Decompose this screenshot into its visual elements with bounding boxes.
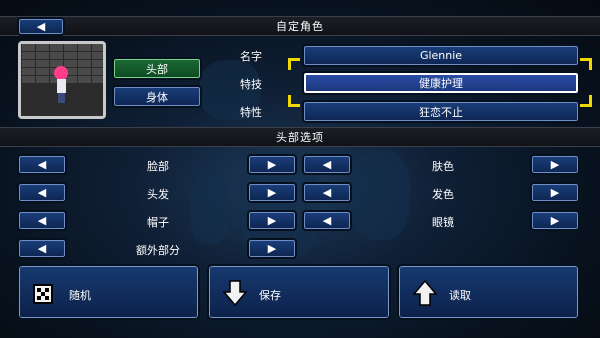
skin-color-next-button[interactable]: ▶ <box>530 154 580 175</box>
feature-selector[interactable]: 狂恋不止 <box>302 100 580 123</box>
hair-prev-button[interactable]: ◀ <box>17 182 67 203</box>
down-arrow-icon <box>223 280 247 306</box>
character-body <box>57 79 66 93</box>
dice-icon <box>33 284 53 304</box>
title-bar: 自定角色 <box>0 16 600 36</box>
extra-prev-button[interactable]: ◀ <box>17 238 67 259</box>
section-title: 头部选项 <box>276 131 324 144</box>
random-button[interactable]: 随机 <box>17 264 200 320</box>
save-button[interactable]: 保存 <box>207 264 391 320</box>
right-arrow-icon: ▶ <box>267 158 277 171</box>
hat-next-button[interactable]: ▶ <box>247 210 297 231</box>
left-arrow-icon: ◀ <box>37 214 47 227</box>
left-arrow-icon: ◀ <box>322 214 332 227</box>
name-value: Glennie <box>419 49 463 62</box>
hair-color-next-button[interactable]: ▶ <box>530 182 580 203</box>
skin-color-prev-button[interactable]: ◀ <box>302 154 352 175</box>
trait-label: 特技 <box>240 78 262 91</box>
right-arrow-icon: ▶ <box>550 214 560 227</box>
left-arrow-icon: ◀ <box>37 242 47 255</box>
section-bar: 头部选项 <box>0 127 600 147</box>
hair-color-label: 发色 <box>432 188 454 201</box>
hair-next-button[interactable]: ▶ <box>247 182 297 203</box>
character-legs <box>58 93 65 103</box>
right-arrow-icon: ▶ <box>550 158 560 171</box>
face-prev-button[interactable]: ◀ <box>17 154 67 175</box>
save-label: 保存 <box>259 289 281 302</box>
skin-color-label: 肤色 <box>432 160 454 173</box>
tab-body-label: 身体 <box>146 90 168 104</box>
trait-selector[interactable]: 健康护理 <box>302 71 580 95</box>
left-arrow-icon: ◀ <box>36 20 46 33</box>
left-arrow-icon: ◀ <box>322 158 332 171</box>
glasses-label: 眼镜 <box>432 216 454 229</box>
selection-bracket-bl <box>288 95 300 107</box>
tab-head[interactable]: 头部 <box>112 57 202 80</box>
character-portrait <box>18 41 106 119</box>
feature-value: 狂恋不止 <box>419 105 463 119</box>
right-arrow-icon: ▶ <box>267 214 277 227</box>
left-arrow-icon: ◀ <box>322 186 332 199</box>
background-silhouette <box>190 175 230 245</box>
character-hair <box>54 66 68 80</box>
random-label: 随机 <box>69 289 91 302</box>
feature-label: 特性 <box>240 106 262 119</box>
extra-label: 额外部分 <box>136 244 180 257</box>
trait-value: 健康护理 <box>419 77 463 90</box>
background-silhouette <box>350 150 410 240</box>
left-arrow-icon: ◀ <box>37 186 47 199</box>
name-field[interactable]: Glennie <box>302 44 580 67</box>
left-arrow-icon: ◀ <box>37 158 47 171</box>
page-title: 自定角色 <box>276 20 324 33</box>
back-button[interactable]: ◀ <box>17 17 65 36</box>
hat-prev-button[interactable]: ◀ <box>17 210 67 231</box>
selection-bracket-br <box>580 95 592 107</box>
selection-bracket-tl <box>288 58 300 70</box>
tab-body[interactable]: 身体 <box>112 85 202 108</box>
load-button[interactable]: 读取 <box>397 264 580 320</box>
selection-bracket-tr <box>580 58 592 70</box>
glasses-next-button[interactable]: ▶ <box>530 210 580 231</box>
right-arrow-icon: ▶ <box>267 186 277 199</box>
load-label: 读取 <box>449 289 471 302</box>
face-next-button[interactable]: ▶ <box>247 154 297 175</box>
hair-color-prev-button[interactable]: ◀ <box>302 182 352 203</box>
up-arrow-icon <box>413 280 437 306</box>
hat-label: 帽子 <box>147 216 169 229</box>
right-arrow-icon: ▶ <box>550 186 560 199</box>
right-arrow-icon: ▶ <box>267 242 277 255</box>
name-label: 名字 <box>240 50 262 63</box>
tab-head-label: 头部 <box>146 62 168 76</box>
extra-next-button[interactable]: ▶ <box>247 238 297 259</box>
face-label: 脸部 <box>147 160 169 173</box>
hair-label: 头发 <box>147 188 169 201</box>
glasses-prev-button[interactable]: ◀ <box>302 210 352 231</box>
